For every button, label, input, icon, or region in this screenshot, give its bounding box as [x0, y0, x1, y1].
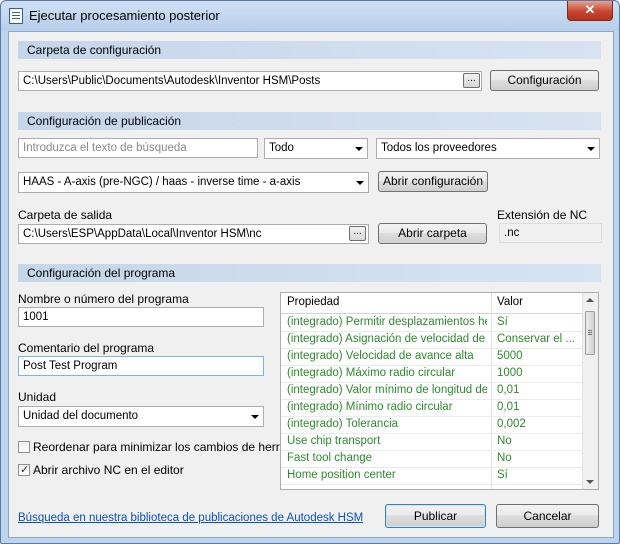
open-nc-editor-checkbox[interactable]: ✓: [18, 464, 30, 476]
property-name: (integrado) Asignación de velocidad de .…: [287, 333, 487, 345]
scrollbar-thumb[interactable]: [585, 311, 595, 355]
reorder-tools-label: Reordenar para minimizar los cambios de …: [33, 440, 300, 454]
nc-extension-field: .nc: [499, 223, 602, 243]
program-comment-input[interactable]: Post Test Program: [18, 356, 264, 376]
config-folder-path: C:\Users\Public\Documents\Autodesk\Inven…: [23, 75, 321, 87]
property-name: (integrado) Mínimo radio circular: [287, 401, 453, 413]
property-name: (integrado) Valor mínimo de longitud de …: [287, 384, 487, 396]
output-folder-path: C:\Users\ESP\AppData\Local\Inventor HSM\…: [23, 228, 262, 240]
property-name: (integrado) Velocidad de avance alta: [287, 350, 474, 362]
vendor-dropdown[interactable]: Todos los proveedores: [376, 138, 600, 159]
column-header-value[interactable]: Valor: [497, 296, 523, 308]
configuration-button[interactable]: Configuración: [490, 70, 599, 91]
property-row[interactable]: (integrado) Tolerancia 0,002: [281, 416, 584, 434]
title-bar[interactable]: Ejecutar procesamiento posterior ✕: [1, 1, 619, 31]
property-value[interactable]: 0,01: [497, 384, 581, 396]
checkmark-icon: ✓: [20, 464, 30, 476]
property-row[interactable]: (integrado) Permitir desplazamientos he.…: [281, 314, 584, 332]
property-row[interactable]: (integrado) Valor mínimo de longitud de …: [281, 382, 584, 400]
property-row[interactable]: (integrado) Mínimo radio circular 0,01: [281, 399, 584, 417]
property-value[interactable]: No: [497, 435, 581, 447]
open-folder-button[interactable]: Abrir carpeta: [378, 223, 487, 244]
property-value[interactable]: Sí: [497, 316, 581, 328]
column-header-property[interactable]: Propiedad: [287, 296, 339, 308]
publish-button[interactable]: Publicar: [385, 504, 486, 528]
reorder-tools-checkbox[interactable]: [18, 441, 30, 453]
output-folder-label: Carpeta de salida: [18, 208, 113, 222]
properties-scrollbar[interactable]: [582, 293, 598, 489]
property-value[interactable]: 0,002: [497, 418, 581, 430]
program-comment-label: Comentario del programa: [18, 341, 155, 355]
unit-label: Unidad: [18, 390, 57, 404]
open-nc-editor-label: Abrir archivo NC en el editor: [33, 463, 184, 477]
property-value[interactable]: 0,01: [497, 401, 581, 413]
property-name: Use chip transport: [287, 435, 381, 447]
program-name-input[interactable]: 1001: [18, 307, 264, 327]
properties-grid-header: Propiedad Valor: [281, 293, 584, 314]
section-program-config: Configuración del programa: [18, 264, 601, 282]
property-value[interactable]: No: [497, 452, 581, 464]
property-name: (integrado) Máximo radio circular: [287, 367, 456, 379]
property-name: (integrado) Tolerancia: [287, 418, 399, 430]
vendor-value: Todos los proveedores: [381, 142, 497, 154]
output-folder-browse-button[interactable]: ...: [349, 226, 366, 241]
chevron-down-icon: [355, 147, 363, 151]
close-button[interactable]: ✕: [567, 1, 613, 21]
property-row[interactable]: Use chip transport No: [281, 433, 584, 451]
property-value[interactable]: Conservar el ...: [497, 333, 581, 345]
property-row[interactable]: Fast tool change No: [281, 450, 584, 468]
post-processor-value: HAAS - A-axis (pre-NGC) / haas - inverse…: [23, 176, 301, 188]
property-row[interactable]: Home position center Sí: [281, 467, 584, 485]
scroll-down-icon[interactable]: [586, 480, 594, 484]
hsm-library-link[interactable]: Búsqueda en nuestra biblioteca de public…: [18, 512, 363, 524]
post-processor-dropdown[interactable]: HAAS - A-axis (pre-NGC) / haas - inverse…: [18, 172, 369, 193]
open-configuration-button[interactable]: Abrir configuración: [378, 171, 488, 192]
property-name: (integrado) Permitir desplazamientos he.…: [287, 316, 487, 328]
nc-extension-label: Extensión de NC: [497, 208, 588, 222]
properties-grid[interactable]: Propiedad Valor (integrado) Permitir des…: [280, 292, 599, 490]
property-value[interactable]: 1000: [497, 367, 581, 379]
property-row[interactable]: (integrado) Asignación de velocidad de .…: [281, 331, 584, 349]
filter-value: Todo: [269, 142, 294, 154]
unit-dropdown[interactable]: Unidad del documento: [18, 406, 264, 427]
chevron-down-icon: [251, 415, 259, 419]
window-title: Ejecutar procesamiento posterior: [29, 8, 220, 23]
dialog-body: Carpeta de configuración C:\Users\Public…: [8, 31, 614, 538]
app-icon: [9, 8, 23, 24]
search-input[interactable]: Introduzca el texto de búsqueda: [18, 138, 258, 158]
property-name: Fast tool change: [287, 452, 373, 464]
property-value[interactable]: Sí: [497, 469, 581, 481]
property-row[interactable]: (integrado) Máximo radio circular 1000: [281, 365, 584, 383]
config-folder-browse-button[interactable]: ...: [463, 73, 480, 88]
output-folder-path-field[interactable]: C:\Users\ESP\AppData\Local\Inventor HSM\…: [18, 224, 369, 244]
chevron-down-icon: [587, 147, 595, 151]
post-process-dialog: Ejecutar procesamiento posterior ✕ Carpe…: [0, 0, 620, 544]
property-name: Home position center: [287, 469, 396, 481]
chevron-down-icon: [356, 181, 364, 185]
section-config-folder: Carpeta de configuración: [18, 41, 601, 59]
cancel-button[interactable]: Cancelar: [496, 504, 599, 528]
filter-dropdown[interactable]: Todo: [264, 138, 368, 159]
program-name-label: Nombre o número del programa: [18, 292, 189, 306]
config-folder-path-field[interactable]: C:\Users\Public\Documents\Autodesk\Inven…: [18, 71, 482, 91]
section-publish-config: Configuración de publicación: [18, 112, 601, 130]
scroll-up-icon[interactable]: [586, 298, 594, 302]
unit-value: Unidad del documento: [23, 410, 139, 422]
property-row[interactable]: (integrado) Velocidad de avance alta 5000: [281, 348, 584, 366]
property-value[interactable]: 5000: [497, 350, 581, 362]
